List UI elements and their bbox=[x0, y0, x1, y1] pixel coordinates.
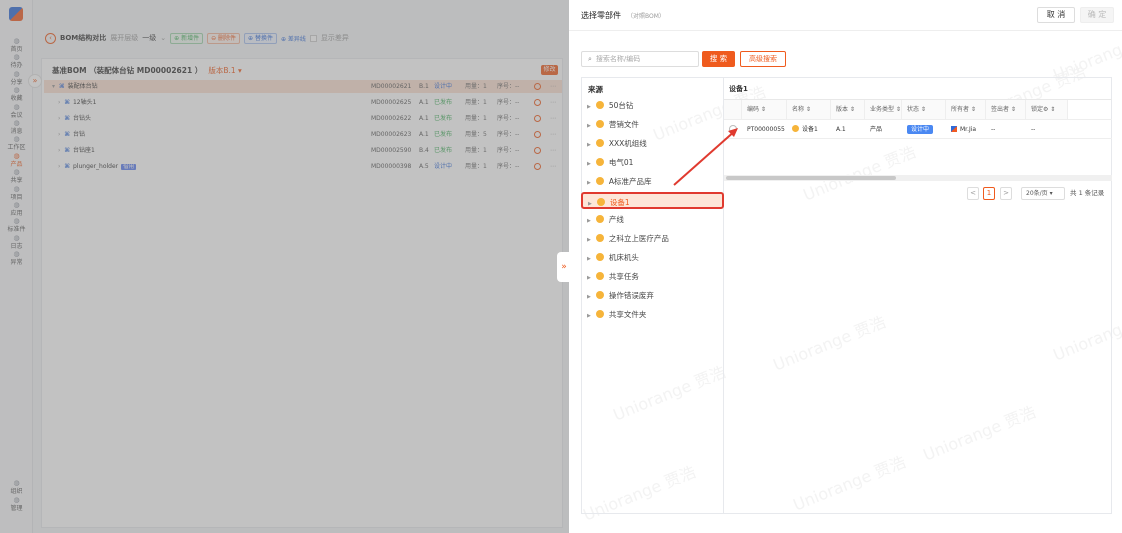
source-item-label: 共享任务 bbox=[608, 272, 639, 281]
caret-right-icon[interactable]: ▶ bbox=[587, 142, 591, 148]
folder-icon bbox=[595, 177, 604, 185]
parts-grid: 设备1 编码 ⇕ 名称 ⇕ 版本 ⇕ 业务类型 ⇕ 状态 ⇕ 所有者 ⇕ 签出者 ⇕ 锁定⚙ … bbox=[724, 77, 1112, 514]
page-size-select[interactable]: 20条/页 ▾ bbox=[1021, 187, 1065, 200]
source-item-label: XXX机组线 bbox=[608, 139, 647, 148]
drawer-title: 选择零部件 （对照BOM） bbox=[581, 10, 665, 21]
page-1-button[interactable]: 1 bbox=[983, 187, 995, 200]
cell-lock-text: -- bbox=[1031, 126, 1036, 133]
drawer-expand-button[interactable]: » bbox=[557, 252, 571, 282]
source-item-label: 营销文件 bbox=[608, 120, 639, 129]
source-item[interactable]: ▶ 设备1 bbox=[581, 192, 724, 209]
cell-owner: Mr.Jia bbox=[946, 119, 986, 139]
drawer-title-text: 选择零部件 bbox=[581, 11, 621, 20]
search-icon: ⌕ bbox=[588, 55, 592, 63]
grid-title: 设备1 bbox=[729, 85, 748, 93]
folder-icon bbox=[595, 253, 604, 261]
search-placeholder: 搜索名称/编码 bbox=[595, 55, 641, 63]
source-item-label: 产线 bbox=[608, 215, 624, 224]
column-header[interactable]: 编码 ⇕ bbox=[742, 100, 787, 119]
cell-type-text: 产品 bbox=[870, 126, 883, 133]
folder-icon bbox=[792, 125, 799, 132]
select-column-header bbox=[724, 100, 742, 119]
watermark: Uniorange 贾浩 bbox=[1050, 22, 1122, 85]
source-item-label: 50台钻 bbox=[608, 101, 634, 110]
cell-checkout: -- bbox=[986, 119, 1026, 139]
parts-table: 编码 ⇕ 名称 ⇕ 版本 ⇕ 业务类型 ⇕ 状态 ⇕ 所有者 ⇕ 签出者 ⇕ 锁定⚙ ⇕ PT… bbox=[724, 99, 1112, 139]
folder-icon bbox=[595, 234, 604, 242]
drawer-subtitle: （对照BOM） bbox=[627, 13, 665, 20]
source-item-label: 之科立上医疗产品 bbox=[608, 234, 669, 243]
header-divider bbox=[569, 30, 1122, 31]
folder-icon bbox=[595, 101, 604, 109]
caret-right-icon[interactable]: ▶ bbox=[587, 237, 591, 243]
cell-lock: -- bbox=[1026, 119, 1068, 139]
column-header[interactable]: 名称 ⇕ bbox=[787, 100, 831, 119]
source-tree-title: 来源 bbox=[588, 85, 603, 94]
column-header[interactable]: 所有者 ⇕ bbox=[946, 100, 986, 119]
column-header[interactable]: 状态 ⇕ bbox=[902, 100, 946, 119]
cell-type: 产品 bbox=[865, 119, 902, 139]
cell-name: 设备1 bbox=[787, 119, 831, 139]
caret-right-icon[interactable]: ▶ bbox=[587, 218, 591, 224]
folder-icon bbox=[596, 198, 605, 206]
column-header[interactable]: 版本 ⇕ bbox=[831, 100, 865, 119]
source-item[interactable]: ▶ 操作错误废弃 bbox=[582, 287, 723, 304]
modal-overlay[interactable] bbox=[0, 0, 569, 533]
caret-right-icon[interactable]: ▶ bbox=[587, 256, 591, 262]
cell-version: A.1 bbox=[831, 119, 865, 139]
caret-right-icon[interactable]: ▶ bbox=[587, 275, 591, 281]
source-item-label: 电气01 bbox=[608, 158, 634, 167]
folder-icon bbox=[595, 310, 604, 318]
cell-code-text: PT00000055 bbox=[747, 126, 785, 133]
folder-icon bbox=[595, 215, 604, 223]
folder-icon bbox=[595, 158, 604, 166]
folder-icon bbox=[595, 139, 604, 147]
app-root: ◍ 首页 ◍ 待办 ◍ 分享 ◍ 收藏 ◍ 会议 ◍ 消息 ◍ 工作区 ◍ 产品 ◍ 共享 ◍ 项目 ◍ 应用 ◍ 标准件 ◍ 日… bbox=[0, 0, 1122, 533]
source-item-label: 操作错误废弃 bbox=[608, 291, 654, 300]
source-item[interactable]: ▶ 机床机头 bbox=[582, 249, 723, 266]
column-header[interactable]: 锁定⚙ ⇕ bbox=[1026, 100, 1068, 119]
caret-right-icon[interactable]: ▶ bbox=[587, 123, 591, 129]
annotation-arrow bbox=[673, 128, 738, 186]
cell-checkout-text: -- bbox=[991, 126, 996, 133]
confirm-button[interactable]: 确 定 bbox=[1080, 7, 1114, 23]
cell-code: PT00000055 bbox=[742, 119, 787, 139]
cell-status-text: 设计中 bbox=[907, 125, 934, 134]
avatar bbox=[951, 126, 957, 132]
next-page-button[interactable]: > bbox=[1000, 187, 1012, 200]
cell-status: 设计中 bbox=[902, 119, 946, 139]
source-item-label: 机床机头 bbox=[608, 253, 639, 262]
caret-right-icon[interactable]: ▶ bbox=[587, 161, 591, 167]
horizontal-scrollbar[interactable] bbox=[724, 175, 1112, 181]
cell-name-text: 设备1 bbox=[802, 126, 818, 133]
folder-icon bbox=[595, 291, 604, 299]
search-input[interactable]: ⌕ 搜索名称/编码 bbox=[581, 51, 699, 67]
source-item[interactable]: ▶ 之科立上医疗产品 bbox=[582, 230, 723, 247]
folder-icon bbox=[595, 272, 604, 280]
advanced-search-button[interactable]: 高级搜索 bbox=[740, 51, 786, 67]
cancel-button[interactable]: 取 消 bbox=[1037, 7, 1075, 23]
source-item[interactable]: ▶ 50台钻 bbox=[582, 97, 723, 114]
source-item[interactable]: ▶ 共享任务 bbox=[582, 268, 723, 285]
column-header[interactable]: 签出者 ⇕ bbox=[986, 100, 1026, 119]
cell-version-text: A.1 bbox=[836, 126, 846, 133]
caret-right-icon[interactable]: ▶ bbox=[587, 313, 591, 319]
total-records: 共 1 条记录 bbox=[1070, 189, 1105, 197]
source-item[interactable]: ▶ 共享文件夹 bbox=[582, 306, 723, 323]
source-item-label: 共享文件夹 bbox=[608, 310, 647, 319]
caret-right-icon[interactable]: ▶ bbox=[587, 104, 591, 110]
column-header[interactable]: 业务类型 ⇕ bbox=[865, 100, 902, 119]
folder-icon bbox=[595, 120, 604, 128]
search-button[interactable]: 搜 索 bbox=[702, 51, 735, 67]
caret-right-icon[interactable]: ▶ bbox=[587, 180, 591, 186]
cell-owner-text: Mr.Jia bbox=[960, 126, 977, 133]
select-part-drawer: Uniorange 贾浩 Uniorange 贾浩 Uniorange 贾浩 Unio… bbox=[569, 0, 1122, 533]
caret-right-icon[interactable]: ▶ bbox=[587, 294, 591, 300]
source-item[interactable]: ▶ 产线 bbox=[582, 211, 723, 228]
source-item-label: 设备1 bbox=[609, 198, 630, 207]
caret-right-icon[interactable]: ▶ bbox=[588, 201, 592, 207]
prev-page-button[interactable]: < bbox=[967, 187, 979, 200]
scroll-thumb[interactable] bbox=[726, 176, 896, 180]
source-item-label: A标准产品库 bbox=[608, 177, 652, 186]
